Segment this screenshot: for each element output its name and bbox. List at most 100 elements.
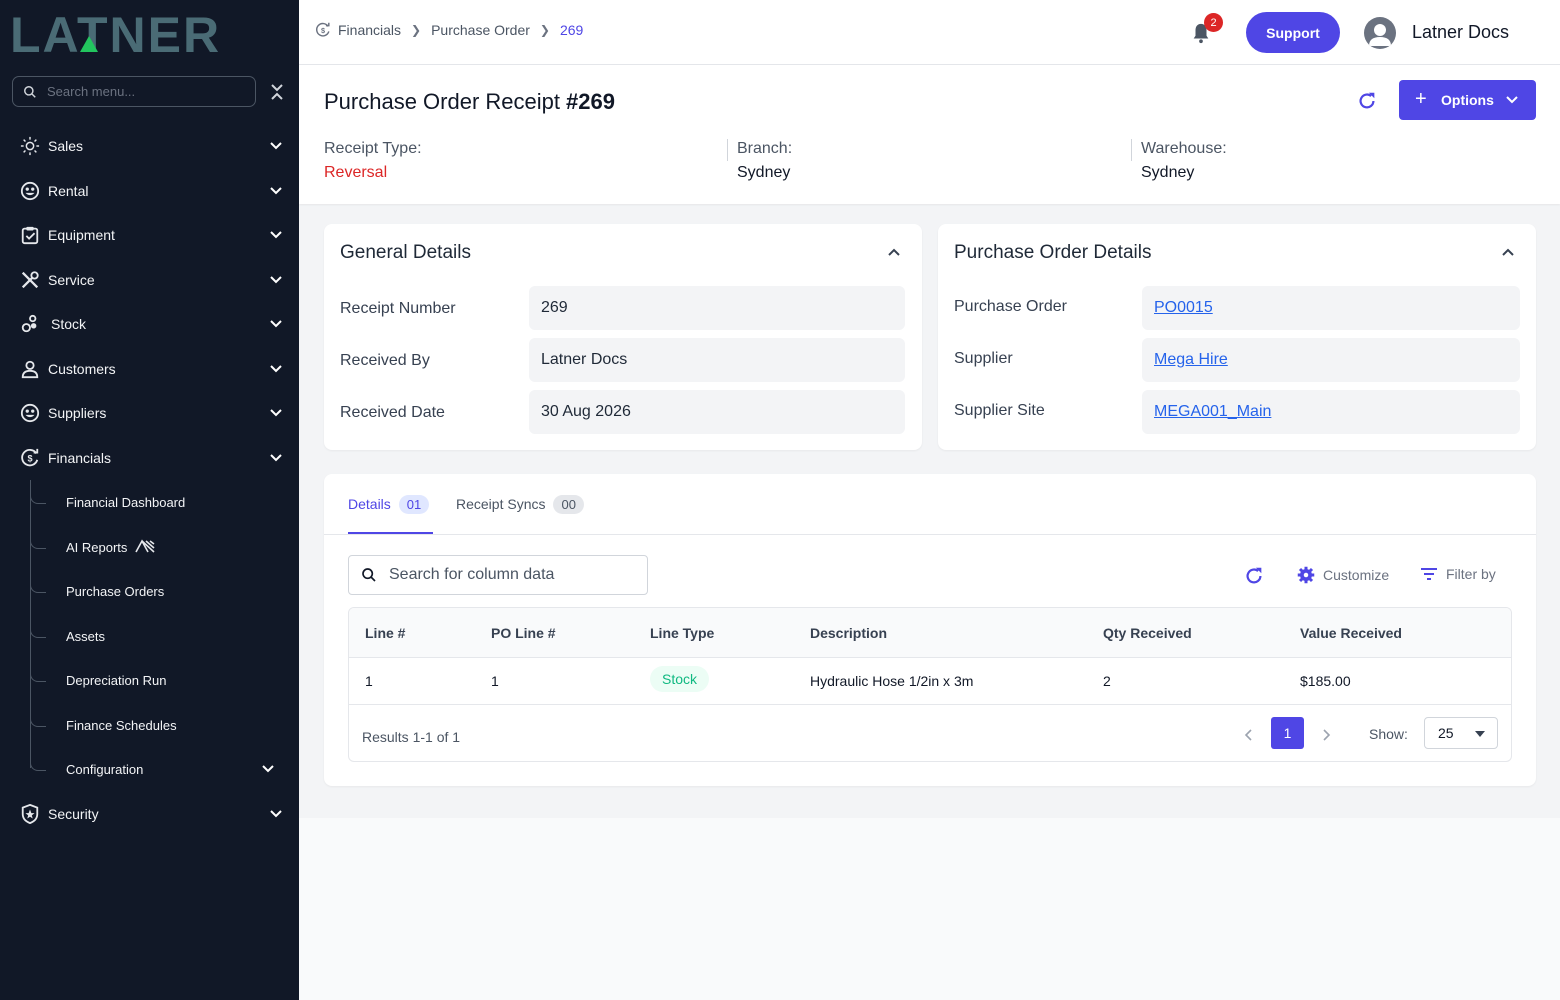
table-row[interactable]: 1 1 Stock Hydraulic Hose 1/2in x 3m 2 $1…	[349, 658, 1511, 705]
chevron-down-icon	[1506, 96, 1518, 104]
cell-po-line: 1	[491, 673, 499, 689]
received-date-value: 30 Aug 2026	[529, 390, 905, 434]
collapse-sidebar-button[interactable]	[268, 82, 286, 102]
sidebar-subitem-assets[interactable]: Assets	[30, 618, 290, 654]
warehouse-value: Sydney	[1141, 164, 1195, 181]
refresh-button[interactable]	[1356, 90, 1378, 112]
sidebar-subitem-purchase-orders[interactable]: Purchase Orders	[30, 573, 290, 609]
caret-down-icon	[1475, 731, 1485, 737]
column-header[interactable]: Value Received	[1300, 625, 1402, 641]
avatar[interactable]	[1364, 17, 1396, 49]
chevron-down-icon	[270, 231, 282, 239]
sidebar-item-label: Financials	[48, 450, 112, 466]
sidebar-subitem-label: Financial Dashboard	[66, 494, 186, 510]
receipt-lines-table: Line # PO Line # Line Type Description Q…	[348, 607, 1512, 762]
ai-sparkle-icon	[135, 539, 155, 553]
supplier-site-link[interactable]: MEGA001_Main	[1154, 403, 1271, 421]
latner-logo[interactable]: LATNER	[10, 7, 280, 63]
options-label: Options	[1441, 92, 1494, 108]
divider	[1131, 139, 1132, 161]
sidebar-subitem-depreciation-run[interactable]: Depreciation Run	[30, 662, 290, 698]
purchase-order-field: PO0015	[1142, 286, 1520, 330]
sidebar-subitem-ai-reports[interactable]: AI Reports	[30, 529, 290, 565]
warehouse-label: Warehouse:	[1141, 140, 1227, 157]
sidebar-item-label: Security	[48, 806, 99, 822]
collapse-chevrons-icon	[271, 84, 283, 100]
sidebar-subitem-financial-dashboard[interactable]: Financial Dashboard	[30, 484, 290, 520]
receipt-type: Receipt Type: Reversal	[324, 140, 422, 182]
chevron-down-icon	[270, 454, 282, 462]
table-search-input[interactable]	[389, 566, 639, 584]
sidebar-item-customers[interactable]: Customers	[0, 349, 299, 389]
column-header[interactable]: Line #	[365, 625, 405, 641]
sidebar-subitem-label: Depreciation Run	[66, 672, 167, 688]
chevron-down-icon	[270, 409, 282, 417]
user-avatar-icon	[1369, 24, 1391, 46]
sidebar-item-equipment[interactable]: Equipment	[0, 215, 299, 255]
sidebar-item-service[interactable]: Service	[0, 260, 299, 300]
chevron-down-icon	[270, 365, 282, 373]
user-name[interactable]: Latner Docs	[1412, 22, 1509, 43]
sidebar-item-financials[interactable]: $ Financials	[0, 438, 299, 478]
sidebar-item-security[interactable]: Security	[0, 794, 299, 834]
search-icon	[362, 568, 376, 582]
sidebar-subitem-label: Purchase Orders	[66, 583, 165, 599]
sales-icon	[19, 135, 41, 157]
pagination-current-page[interactable]: 1	[1271, 717, 1304, 749]
page-size-value: 25	[1438, 725, 1454, 741]
svg-text:LATNER: LATNER	[10, 12, 221, 56]
receipt-number-value: 269	[529, 286, 905, 330]
column-header[interactable]: Description	[810, 625, 887, 641]
branch-value: Sydney	[737, 164, 791, 181]
chevron-up-icon[interactable]	[886, 244, 902, 260]
receipt-header: Purchase Order Receipt #269 + Options Rec…	[299, 65, 1560, 204]
tab-receipt-syncs[interactable]: Receipt Syncs 00	[456, 494, 584, 514]
chevron-left-icon[interactable]	[1242, 728, 1256, 742]
chevron-down-icon	[270, 320, 282, 328]
supplier-link[interactable]: Mega Hire	[1154, 351, 1228, 369]
supplier-field: Mega Hire	[1142, 338, 1520, 382]
sidebar-item-suppliers[interactable]: Suppliers	[0, 393, 299, 433]
menu-search[interactable]	[12, 76, 256, 107]
tab-count-badge: 00	[553, 494, 584, 514]
column-header[interactable]: Line Type	[650, 625, 714, 641]
sidebar-subitem-label: Assets	[66, 628, 106, 644]
results-count: Results 1-1 of 1	[362, 729, 461, 745]
chevron-right-icon[interactable]	[1319, 728, 1333, 742]
table-search[interactable]	[348, 555, 648, 595]
page-size-select[interactable]: 25	[1424, 717, 1498, 749]
top-bar: $ Financials ❯ Purchase Order ❯ 269 2 Su…	[299, 0, 1560, 65]
sidebar-subitem-label: Configuration	[66, 761, 144, 777]
svg-text:$: $	[27, 454, 32, 464]
customize-button[interactable]: Customize	[1297, 566, 1389, 584]
table-refresh-button[interactable]	[1243, 565, 1273, 587]
filter-icon	[1421, 568, 1437, 580]
breadcrumb-purchase-order[interactable]: Purchase Order	[431, 22, 530, 38]
chevron-down-icon	[262, 765, 274, 773]
column-header[interactable]: PO Line #	[491, 625, 556, 641]
breadcrumb-current: 269	[559, 22, 584, 38]
tab-details[interactable]: Details 01	[348, 494, 430, 514]
options-button[interactable]: + Options	[1399, 80, 1536, 120]
column-header[interactable]: Qty Received	[1103, 625, 1192, 641]
chevron-up-icon[interactable]	[1500, 244, 1516, 260]
supplier-site-label: Supplier Site	[954, 402, 1045, 419]
support-button[interactable]: Support	[1246, 12, 1340, 53]
receipt-type-label: Receipt Type:	[324, 140, 422, 157]
breadcrumb-financials[interactable]: Financials	[338, 22, 401, 38]
filter-button[interactable]: Filter by	[1420, 566, 1496, 582]
sidebar-subitem-configuration[interactable]: Configuration	[30, 751, 290, 787]
purchase-order-link[interactable]: PO0015	[1154, 299, 1213, 317]
sidebar-item-stock[interactable]: Stock	[0, 304, 299, 344]
cell-value-received: $185.00	[1300, 673, 1351, 689]
sidebar-item-rental[interactable]: Rental	[0, 171, 299, 211]
line-type-badge: Stock	[650, 666, 710, 692]
menu-search-input[interactable]	[47, 84, 237, 99]
sidebar-subitem-finance-schedules[interactable]: Finance Schedules	[30, 707, 290, 743]
receipt-number-label: Receipt Number	[340, 300, 456, 317]
cell-qty-received: 2	[1103, 673, 1111, 689]
sidebar-item-label: Equipment	[48, 227, 115, 243]
sidebar-item-sales[interactable]: Sales	[0, 126, 299, 166]
sidebar-item-label: Rental	[48, 183, 89, 199]
receipt-type-value: Reversal	[324, 164, 388, 181]
